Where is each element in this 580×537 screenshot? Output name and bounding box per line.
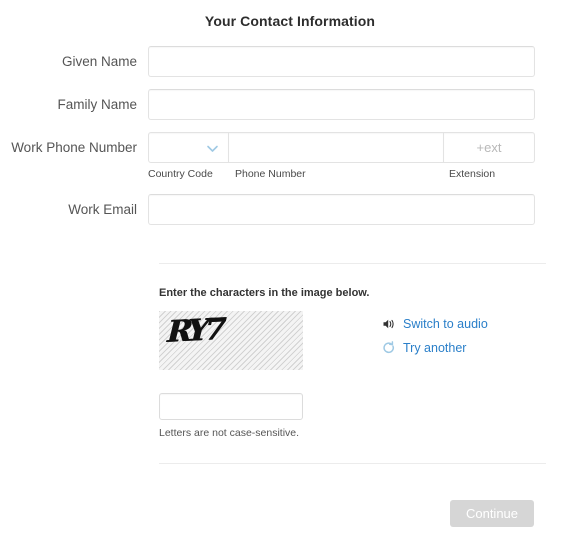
work-email-input[interactable]: [148, 194, 535, 225]
phone-sublabels: Country Code Phone Number Extension: [148, 168, 535, 180]
field-row-given-name: Given Name: [0, 46, 580, 77]
captcha-prompt: Enter the characters in the image below.: [159, 287, 370, 299]
contact-form: Given Name Family Name Work Phone Number: [0, 46, 580, 237]
phone-number-input[interactable]: [229, 132, 444, 163]
try-another-label: Try another: [403, 341, 467, 355]
try-another-link[interactable]: Try another: [382, 341, 488, 355]
phone-number-sublabel: Phone Number: [235, 168, 306, 180]
family-name-label: Family Name: [57, 97, 137, 112]
country-code-select[interactable]: [148, 132, 229, 163]
speaker-icon: [382, 317, 396, 331]
switch-to-audio-link[interactable]: Switch to audio: [382, 317, 488, 331]
work-email-control: [148, 194, 535, 225]
captcha-links: Switch to audio Try another: [382, 311, 488, 365]
continue-button[interactable]: Continue: [450, 500, 534, 527]
family-name-control: [148, 89, 535, 120]
work-email-label: Work Email: [68, 202, 137, 217]
work-phone-control: Country Code Phone Number Extension: [148, 132, 535, 180]
work-phone-label: Work Phone Number: [11, 140, 137, 155]
field-row-family-name: Family Name: [0, 89, 580, 120]
given-name-control: [148, 46, 535, 77]
captcha-characters: RY7: [166, 312, 223, 350]
given-name-input[interactable]: [148, 46, 535, 77]
captcha-section: Enter the characters in the image below.…: [159, 287, 546, 439]
family-name-input[interactable]: [148, 89, 535, 120]
divider-bottom: [159, 463, 546, 464]
given-name-label: Given Name: [61, 54, 137, 69]
phone-input-group: [148, 132, 535, 163]
captcha-body: RY7 Switch to audio Try another: [159, 311, 546, 370]
switch-to-audio-label: Switch to audio: [403, 317, 488, 331]
divider-top: [159, 263, 546, 264]
country-code-sublabel: Country Code: [148, 168, 213, 180]
captcha-note: Letters are not case-sensitive.: [159, 427, 300, 439]
refresh-icon: [382, 341, 396, 355]
captcha-answer-input[interactable]: [159, 393, 303, 420]
captcha-image: RY7: [159, 311, 303, 370]
extension-sublabel: Extension: [449, 168, 496, 180]
extension-input[interactable]: [444, 132, 535, 163]
field-row-work-phone: Work Phone Number Country Code Phone Num…: [0, 132, 580, 180]
chevron-down-icon: [206, 142, 219, 155]
page-title: Your Contact Information: [204, 13, 376, 29]
field-row-work-email: Work Email: [0, 194, 580, 225]
